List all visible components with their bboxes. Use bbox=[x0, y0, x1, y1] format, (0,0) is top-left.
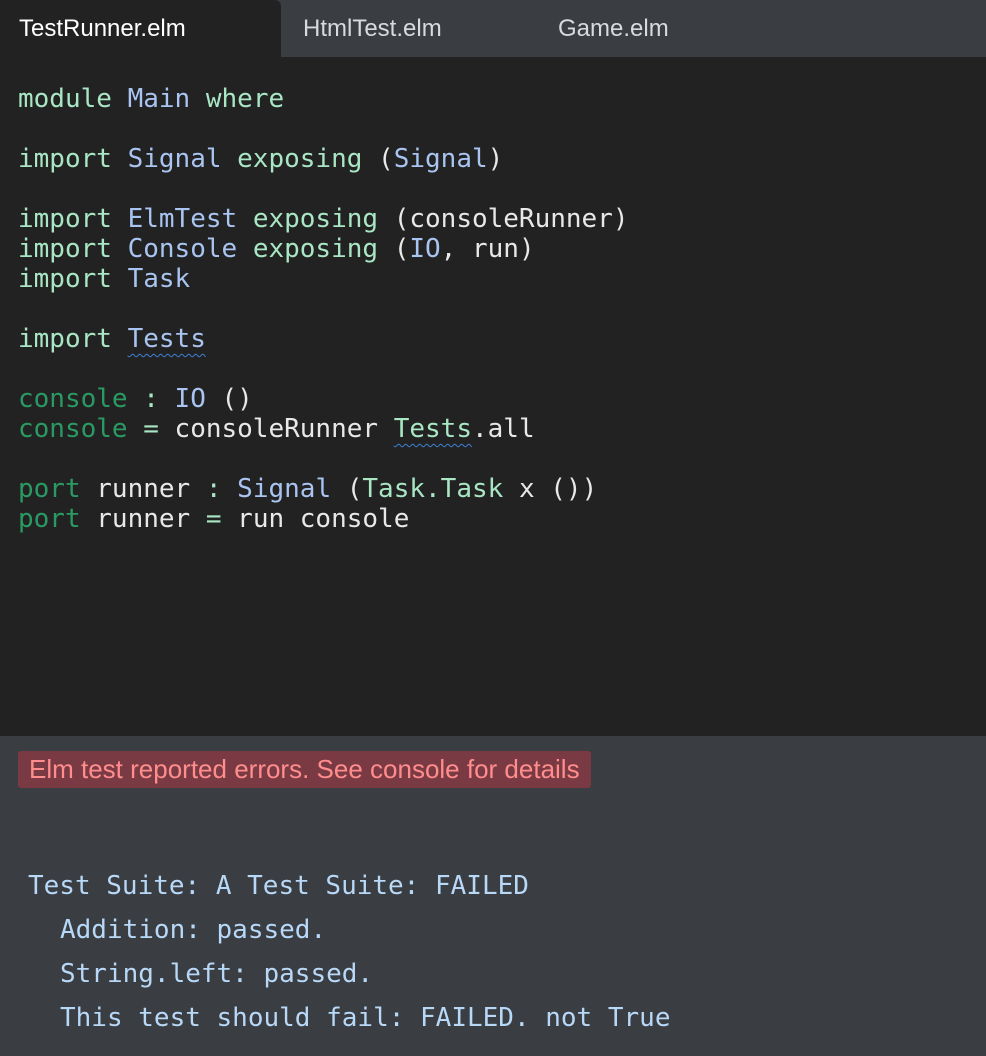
test-result-string-left: String.left: passed. bbox=[60, 959, 374, 989]
test-result-should-fail: This test should fail: FAILED. not True bbox=[60, 1003, 671, 1033]
code-line-11: console : IO () bbox=[18, 384, 253, 414]
code-line-12: console = consoleRunner Tests.all bbox=[18, 414, 535, 444]
test-result-addition: Addition: passed. bbox=[60, 915, 327, 945]
tab-bar: TestRunner.elm HtmlTest.elm Game.elm bbox=[0, 0, 986, 57]
spellcheck-underline-tests-all[interactable]: Tests bbox=[394, 414, 472, 444]
test-suite-result: Test Suite: A Test Suite: FAILED bbox=[28, 871, 529, 901]
code-line-9: import Tests bbox=[18, 324, 206, 354]
tab-testrunner[interactable]: TestRunner.elm bbox=[0, 0, 281, 57]
spellcheck-underline-tests[interactable]: Tests bbox=[128, 324, 206, 354]
tab-game[interactable]: Game.elm bbox=[558, 0, 669, 57]
tab-htmltest[interactable]: HtmlTest.elm bbox=[303, 0, 442, 57]
code-editor[interactable]: module Main where import Signal exposing… bbox=[0, 57, 986, 736]
output-panel: Elm test reported errors. See console fo… bbox=[0, 736, 986, 1056]
code-line-14: port runner : Signal (Task.Task x ()) bbox=[18, 474, 598, 504]
code-line-7: import Task bbox=[18, 264, 191, 294]
code-line-15: port runner = run console bbox=[18, 504, 410, 534]
code-line-5: import ElmTest exposing (consoleRunner) bbox=[18, 204, 629, 234]
code-line-1: module Main where bbox=[18, 84, 285, 114]
test-output: Test Suite: A Test Suite: FAILED Additio… bbox=[28, 868, 670, 1044]
code-line-6: import Console exposing (IO, run) bbox=[18, 234, 535, 264]
code-line-3: import Signal exposing (Signal) bbox=[18, 144, 504, 174]
code-content[interactable]: module Main where import Signal exposing… bbox=[18, 84, 629, 534]
error-banner: Elm test reported errors. See console fo… bbox=[18, 751, 591, 788]
